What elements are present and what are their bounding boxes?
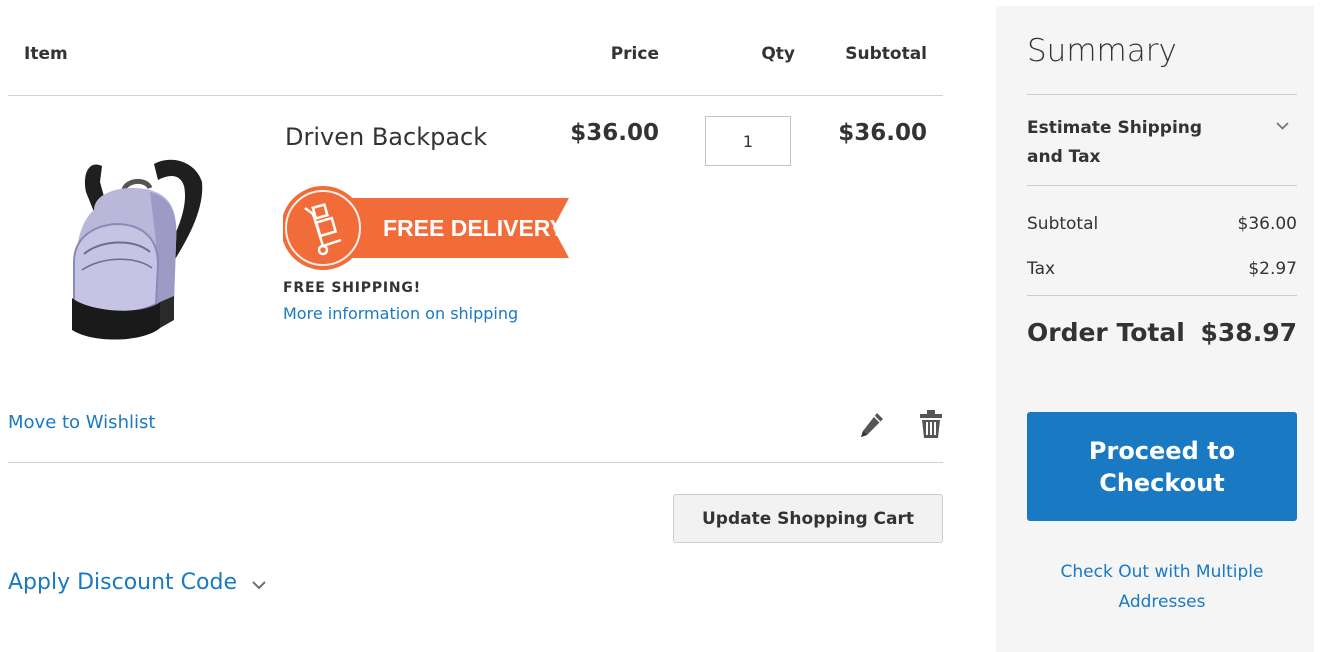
order-total-value: $38.97 [1200, 318, 1297, 347]
free-shipping-note: FREE SHIPPING! [283, 280, 421, 296]
order-summary: Summary Estimate Shipping and Tax Subtot… [996, 6, 1314, 652]
tax-label: Tax [1027, 259, 1056, 279]
item-divider [8, 462, 943, 463]
column-header-qty: Qty [761, 44, 795, 64]
tax-value: $2.97 [1248, 259, 1297, 279]
summary-divider [1027, 185, 1297, 186]
product-image[interactable] [54, 152, 214, 348]
column-header-subtotal: Subtotal [845, 44, 927, 64]
badge-text: FREE DELIVERY [383, 215, 565, 241]
discount-code-toggle[interactable]: Apply Discount Code [8, 570, 267, 595]
summary-divider [1027, 295, 1297, 296]
free-delivery-badge: FREE DELIVERY [283, 186, 569, 270]
column-header-item: Item [24, 44, 68, 64]
chevron-down-icon [252, 580, 266, 589]
move-to-wishlist-link[interactable]: Move to Wishlist [8, 412, 155, 433]
shipping-info-link[interactable]: More information on shipping [283, 304, 518, 323]
product-name-link[interactable]: Driven Backpack [285, 123, 487, 151]
multi-address-checkout-link[interactable]: Check Out with Multiple Addresses [1027, 557, 1297, 617]
summary-title: Summary [1027, 33, 1177, 69]
header-divider [8, 95, 943, 96]
column-header-price: Price [610, 44, 659, 64]
qty-input[interactable] [705, 116, 791, 166]
estimate-shipping-toggle[interactable]: Estimate Shipping and Tax [1027, 114, 1227, 172]
pencil-icon[interactable] [857, 411, 885, 439]
order-total-label: Order Total [1027, 318, 1185, 347]
trash-icon[interactable] [919, 409, 943, 439]
subtotal-value: $36.00 [1237, 214, 1297, 234]
update-cart-button[interactable]: Update Shopping Cart [673, 494, 943, 543]
chevron-down-icon[interactable] [1275, 121, 1290, 131]
item-price: $36.00 [570, 120, 659, 146]
subtotal-label: Subtotal [1027, 214, 1099, 234]
item-subtotal: $36.00 [838, 120, 927, 146]
summary-divider [1027, 94, 1297, 95]
proceed-to-checkout-button[interactable]: Proceed to Checkout [1027, 412, 1297, 521]
discount-code-label: Apply Discount Code [8, 570, 238, 595]
